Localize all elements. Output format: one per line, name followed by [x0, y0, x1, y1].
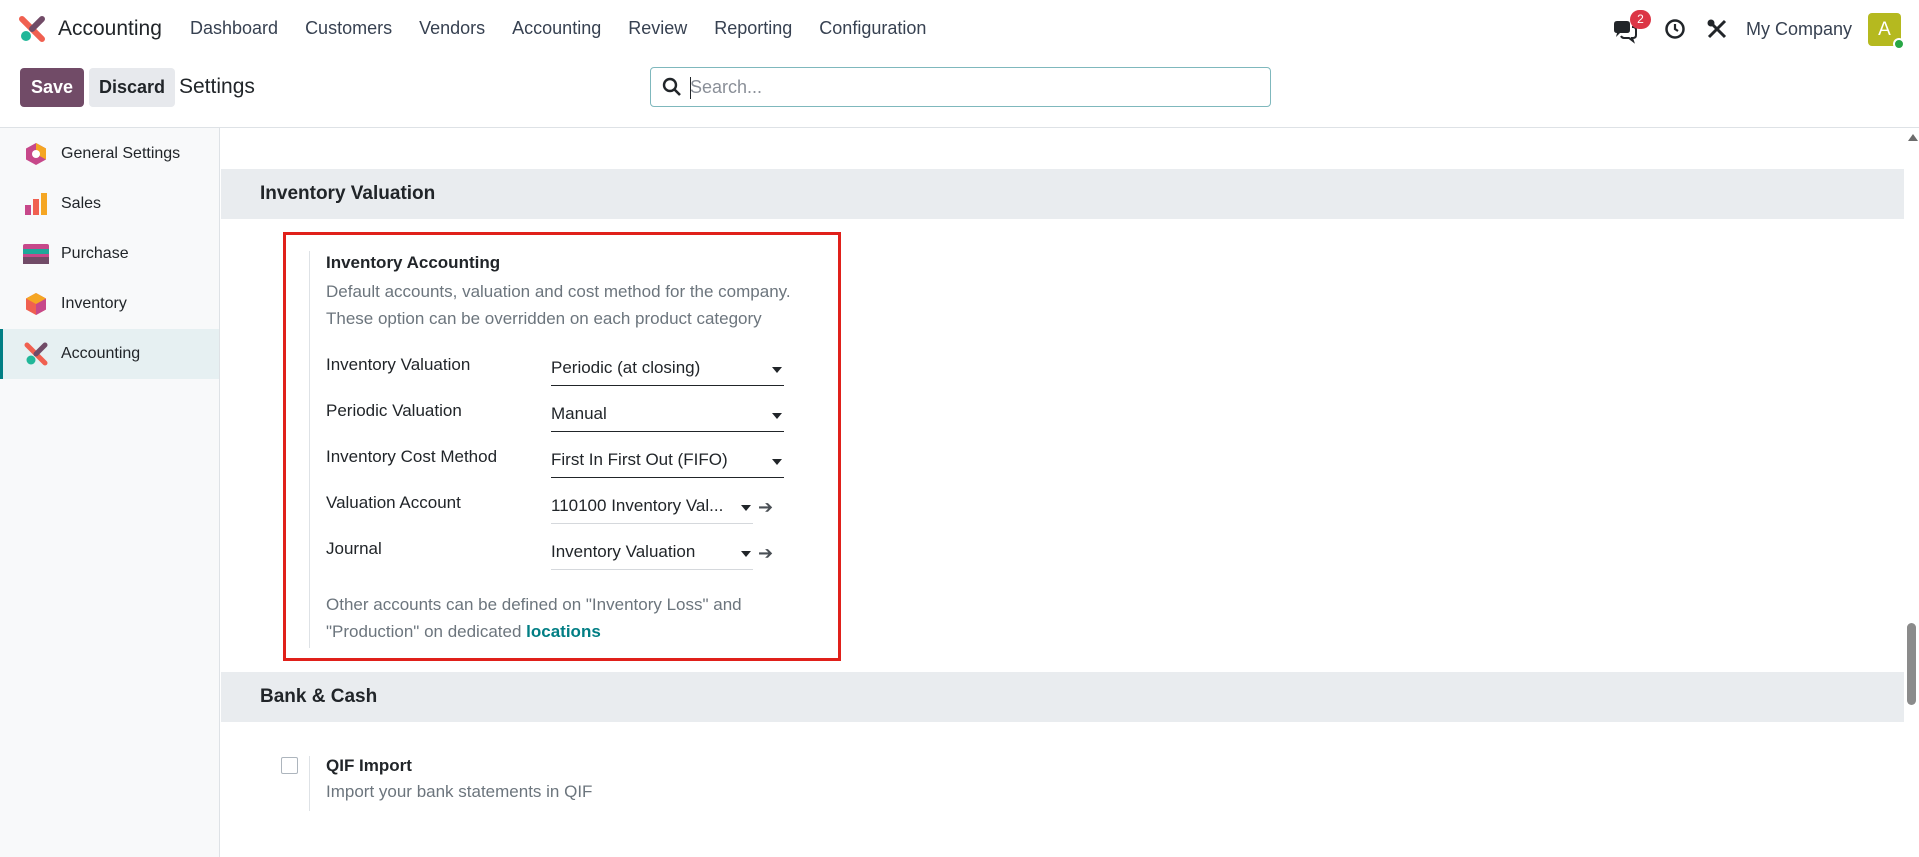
scroll-up-icon[interactable] — [1908, 134, 1918, 141]
online-status-icon — [1893, 37, 1905, 50]
select-value: 110100 Inventory Val... — [551, 496, 724, 515]
section-title: Inventory Valuation — [260, 183, 436, 204]
field-label: Periodic Valuation — [326, 401, 462, 420]
select-value: First In First Out (FIFO) — [551, 450, 728, 469]
section-header-bank-cash: Bank & Cash — [221, 672, 1904, 722]
field-label: Inventory Cost Method — [326, 447, 498, 466]
inventory-valuation-select[interactable]: Periodic (at closing) — [551, 356, 784, 386]
sidebar-item-general-settings[interactable]: General Settings — [0, 129, 219, 179]
field-journal: Journal Inventory Valuation ➔ — [326, 539, 806, 570]
sidebar-item-label: General Settings — [61, 145, 181, 162]
locations-link[interactable]: locations — [526, 622, 601, 641]
sidebar-item-label: Accounting — [61, 345, 141, 362]
page-title: Settings — [179, 75, 255, 98]
menu-vendors[interactable]: Vendors — [419, 18, 485, 39]
settings-sidebar: General Settings Sales Purchase Inventor… — [0, 128, 220, 857]
setting-title: Inventory Accounting — [326, 253, 501, 272]
field-periodic-valuation: Periodic Valuation Manual — [326, 401, 806, 432]
field-label: Valuation Account — [326, 493, 461, 512]
search-input[interactable] — [690, 75, 1260, 99]
sidebar-item-label: Inventory — [61, 295, 127, 312]
section-header-inventory-valuation: Inventory Valuation — [221, 169, 1904, 219]
sidebar-item-label: Sales — [61, 195, 102, 212]
sidebar-item-sales[interactable]: Sales — [0, 179, 219, 229]
sidebar-item-accounting[interactable]: Accounting — [0, 329, 219, 379]
select-value: Periodic (at closing) — [551, 358, 701, 377]
accounting-icon — [22, 341, 49, 368]
select-value: Inventory Valuation — [551, 542, 696, 561]
cost-method-select[interactable]: First In First Out (FIFO) — [551, 448, 784, 478]
company-switcher[interactable]: My Company — [1746, 19, 1852, 40]
messages-badge: 2 — [1629, 10, 1651, 29]
top-navbar: Accounting Dashboard Customers Vendors A… — [0, 0, 1919, 57]
general-settings-icon — [22, 141, 49, 168]
field-inventory-valuation: Inventory Valuation Periodic (at closing… — [326, 355, 806, 386]
inventory-icon — [22, 291, 49, 318]
messages-button[interactable]: 2 — [1612, 10, 1651, 44]
setting-description: Import your bank statements in QIF — [326, 782, 593, 801]
avatar-letter: A — [1878, 18, 1891, 40]
setting-description-line: Default accounts, valuation and cost met… — [326, 282, 791, 301]
menu-customers[interactable]: Customers — [305, 18, 392, 39]
sidebar-item-inventory[interactable]: Inventory — [0, 279, 219, 329]
note-text: "Production" on dedicated — [326, 622, 527, 641]
arrow-right-icon[interactable]: ➔ — [758, 543, 773, 564]
caret-down-icon — [772, 413, 782, 419]
save-button[interactable]: Save — [20, 68, 84, 107]
journal-select[interactable]: Inventory Valuation — [551, 540, 753, 570]
qif-import-block: QIF Import Import your bank statements i… — [309, 756, 809, 811]
setting-description: Default accounts, valuation and cost met… — [326, 278, 846, 332]
valuation-account-select[interactable]: 110100 Inventory Val... — [551, 494, 753, 524]
note-line: "Production" on dedicated locations — [326, 618, 806, 645]
sidebar-item-purchase[interactable]: Purchase — [0, 229, 219, 279]
menu-accounting[interactable]: Accounting — [512, 18, 601, 39]
caret-down-icon — [772, 367, 782, 373]
clock-icon[interactable] — [1662, 16, 1688, 42]
periodic-valuation-select[interactable]: Manual — [551, 402, 784, 432]
control-panel: Save Discard Settings — [0, 57, 1919, 127]
caret-down-icon — [772, 459, 782, 465]
menu-configuration[interactable]: Configuration — [819, 18, 926, 39]
scrollbar-thumb[interactable] — [1907, 623, 1916, 705]
caret-down-icon — [741, 551, 751, 557]
accounting-app-icon[interactable] — [18, 15, 46, 43]
text-cursor — [690, 77, 691, 99]
field-inventory-cost-method: Inventory Cost Method First In First Out… — [326, 447, 806, 478]
inventory-accounting-setting: Inventory Accounting Default accounts, v… — [309, 251, 809, 648]
search-bar[interactable] — [650, 67, 1271, 107]
menu-reporting[interactable]: Reporting — [714, 18, 792, 39]
setting-title: QIF Import — [326, 756, 412, 775]
app-name[interactable]: Accounting — [58, 17, 162, 41]
purchase-icon — [22, 241, 49, 268]
systray: 2 My Company A — [1612, 10, 1905, 50]
section-title: Bank & Cash — [260, 686, 378, 707]
sales-icon — [22, 191, 49, 218]
settings-content: Inventory Valuation Inventory Accounting… — [221, 128, 1904, 857]
vertical-scrollbar[interactable] — [1904, 128, 1919, 857]
select-value: Manual — [551, 404, 607, 423]
setting-note: Other accounts can be defined on "Invent… — [326, 591, 806, 645]
field-label: Inventory Valuation — [326, 355, 471, 374]
menu-dashboard[interactable]: Dashboard — [190, 18, 278, 39]
field-label: Journal — [326, 539, 382, 558]
qif-import-checkbox[interactable] — [281, 757, 298, 774]
menu-review[interactable]: Review — [628, 18, 687, 39]
field-valuation-account: Valuation Account 110100 Inventory Val..… — [326, 493, 806, 524]
main-menu: Dashboard Customers Vendors Accounting R… — [190, 18, 953, 39]
user-avatar[interactable]: A — [1868, 12, 1905, 50]
setting-description-line: These option can be overridden on each p… — [326, 309, 762, 328]
arrow-right-icon[interactable]: ➔ — [758, 497, 773, 518]
caret-down-icon — [741, 505, 751, 511]
discard-button[interactable]: Discard — [89, 68, 175, 107]
sidebar-item-label: Purchase — [61, 245, 129, 262]
note-line: Other accounts can be defined on "Invent… — [326, 595, 742, 614]
tools-icon[interactable] — [1704, 16, 1730, 42]
search-icon — [662, 77, 682, 102]
